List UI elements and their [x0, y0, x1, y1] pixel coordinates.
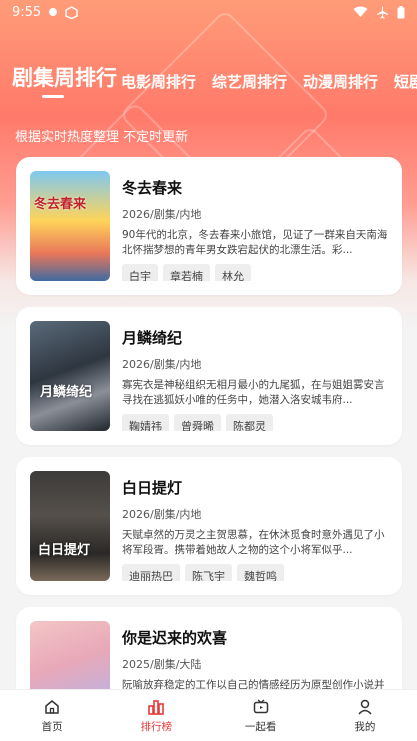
item-title: 白日提灯 [122, 479, 183, 497]
home-icon [45, 699, 59, 714]
poster-title: 冬去春来 [34, 197, 87, 212]
box-icon [65, 5, 78, 19]
item-title: 你是迟来的欢喜 [122, 629, 228, 647]
list-item[interactable]: 白日提灯 白日提灯 2026/剧集/内地 天赋卓然的万灵之主贺思慕，在休沐觅食时… [16, 457, 402, 595]
battery-icon [397, 5, 405, 19]
cast-chip[interactable]: 林允 [215, 264, 251, 281]
cast-list: 迪丽热巴 陈飞宇 魏哲鸣 [122, 564, 388, 581]
tab-drama-weekly[interactable]: 剧集周排行 [12, 62, 117, 100]
nav-label: 我的 [354, 720, 376, 733]
cast-chip[interactable]: 鞠婧祎 [122, 414, 169, 431]
cast-chip[interactable]: 陈都灵 [226, 414, 273, 431]
item-meta: 2026/剧集/内地 [122, 358, 202, 371]
cast-chip[interactable]: 陈飞宇 [185, 564, 232, 581]
wifi-icon [353, 6, 368, 18]
watch-together-icon [253, 699, 268, 713]
item-meta: 2026/剧集/内地 [122, 508, 202, 521]
item-title: 月鳞绮纪 [122, 329, 183, 347]
item-meta: 2025/剧集/大陆 [122, 658, 202, 671]
ranking-list: 冬去春来 冬去春来 2026/剧集/内地 90年代的北京，冬去春来小旅馆，见证了… [16, 157, 402, 741]
nav-label: 首页 [41, 720, 63, 733]
profile-icon [358, 699, 372, 715]
list-item[interactable]: 月鳞绮纪 月鳞绮纪 2026/剧集/内地 寡宪衣是神秘组织无相月最小的九尾狐，在… [16, 307, 402, 445]
nav-ranking[interactable]: 排行榜 [104, 690, 208, 741]
list-item[interactable]: 冬去春来 冬去春来 2026/剧集/内地 90年代的北京，冬去春来小旅馆，见证了… [16, 157, 402, 295]
cast-chip[interactable]: 曾舜晞 [174, 414, 221, 431]
cast-chip[interactable]: 白宇 [122, 264, 158, 281]
status-bar: 9:55 [0, 0, 417, 24]
item-description: 寡宪衣是神秘组织无相月最小的九尾狐，在与姐姐雾安言寻找在逃狐妖小唯的任务中，她潜… [122, 379, 385, 406]
nav-home[interactable]: 首页 [0, 690, 104, 741]
poster-title: 月鳞绮纪 [40, 385, 93, 400]
tab-short-drama[interactable]: 短剧 [394, 71, 417, 100]
poster-image: 白日提灯 [30, 471, 110, 581]
bottom-nav: 首页 排行榜 一起看 我的 [0, 689, 417, 741]
item-meta: 2026/剧集/内地 [122, 208, 202, 221]
item-description: 天赋卓然的万灵之主贺思慕，在休沐觅食时意外遇见了小将军段胥。携带着她故人之物的这… [122, 529, 385, 556]
poster-image: 冬去春来 [30, 171, 110, 281]
nav-profile[interactable]: 我的 [313, 690, 417, 741]
nav-watch-together[interactable]: 一起看 [209, 690, 313, 741]
ranking-tabs: 剧集周排行 电影周排行 综艺周排行 动漫周排行 短剧 [0, 60, 417, 100]
tab-variety-weekly[interactable]: 综艺周排行 [212, 71, 287, 100]
cast-list: 白宇 章若楠 林允 [122, 264, 388, 281]
poster-image: 月鳞绮纪 [30, 321, 110, 431]
nav-label: 一起看 [244, 720, 277, 733]
poster-title: 白日提灯 [38, 543, 91, 558]
cast-chip[interactable]: 迪丽热巴 [122, 564, 180, 581]
status-time: 9:55 [12, 4, 42, 20]
tab-anime-weekly[interactable]: 动漫周排行 [303, 71, 378, 100]
cast-chip[interactable]: 魏哲鸣 [237, 564, 284, 581]
nav-label: 排行榜 [140, 720, 173, 733]
ranking-subtitle: 根据实时热度整理 不定时更新 [15, 130, 189, 145]
item-description: 90年代的北京，冬去春来小旅馆，见证了一群来自天南海北怀揣梦想的青年男女跌宕起伏… [122, 229, 388, 256]
tab-movie-weekly[interactable]: 电影周排行 [121, 71, 196, 100]
item-title: 冬去春来 [122, 179, 183, 197]
notification-icon [47, 6, 59, 18]
cast-chip[interactable]: 章若楠 [163, 264, 210, 281]
ranking-icon [148, 699, 165, 715]
cast-list: 鞠婧祎 曾舜晞 陈都灵 [122, 414, 388, 431]
active-tab-indicator [42, 95, 64, 98]
airplane-icon [376, 6, 389, 19]
